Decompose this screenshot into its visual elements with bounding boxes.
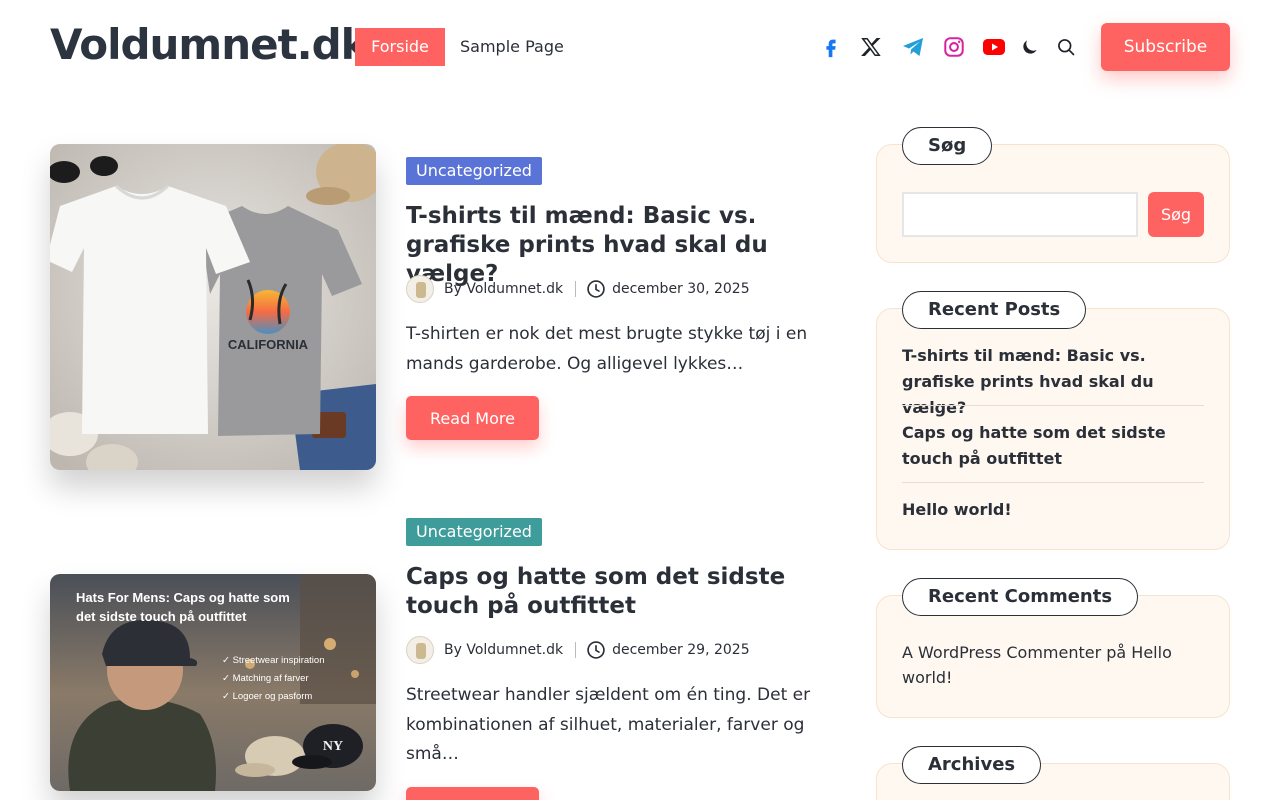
post-excerpt: Streetwear handler sjældent om én ting. … (406, 685, 811, 764)
site-title[interactable]: Voldumnet.dk (50, 20, 369, 69)
dark-mode-icon[interactable] (1017, 34, 1043, 60)
youtube-icon[interactable] (981, 34, 1007, 60)
read-more-button[interactable]: Read More (406, 787, 539, 800)
svg-text:✓ Matching af farver: ✓ Matching af farver (222, 673, 309, 684)
nav-item-forside[interactable]: Forside (355, 28, 445, 66)
post-category-badge[interactable]: Uncategorized (406, 518, 542, 546)
recent-comments-title: Recent Comments (902, 578, 1139, 616)
meta-divider (575, 642, 577, 658)
svg-text:det sidste touch på outfittet: det sidste touch på outfittet (76, 609, 247, 624)
meta-divider (575, 281, 577, 297)
author-avatar (406, 636, 434, 664)
divider (902, 405, 1204, 406)
search-widget-title: Søg (902, 127, 993, 165)
post-meta: By Voldumnet.dk december 29, 2025 (406, 635, 750, 665)
recent-posts-title: Recent Posts (902, 291, 1087, 329)
svg-text:✓ Logoer og pasform: ✓ Logoer og pasform (222, 691, 312, 702)
post-thumbnail-caps[interactable]: NY Hats For Mens: Caps og hatte som det … (50, 574, 376, 791)
svg-text:Hats For Mens: Caps og hatte s: Hats For Mens: Caps og hatte som (76, 590, 290, 605)
divider (902, 482, 1204, 483)
subscribe-button[interactable]: Subscribe (1101, 23, 1230, 71)
search-input[interactable] (902, 192, 1138, 237)
post-excerpt: T-shirten er nok det mest brugte stykke … (406, 324, 808, 374)
recent-post-link[interactable]: T-shirts til mænd: Basic vs. grafiske pr… (902, 343, 1204, 421)
instagram-icon[interactable] (941, 34, 967, 60)
post-title[interactable]: Caps og hatte som det sidste touch på ou… (406, 563, 836, 621)
svg-text:CALIFORNIA: CALIFORNIA (228, 337, 309, 352)
search-button[interactable]: Søg (1148, 192, 1204, 237)
svg-text:✓ Streetwear inspiration: ✓ Streetwear inspiration (222, 655, 324, 666)
post-date[interactable]: december 30, 2025 (612, 281, 750, 297)
recent-post-link[interactable]: Hello world! (902, 497, 1204, 523)
recent-post-link[interactable]: Caps og hatte som det sidste touch på ou… (902, 420, 1204, 472)
nav-item-sample-page[interactable]: Sample Page (460, 28, 564, 66)
post-category-badge[interactable]: Uncategorized (406, 157, 542, 185)
svg-text:NY: NY (323, 739, 343, 754)
telegram-icon[interactable] (900, 34, 926, 60)
archives-title: Archives (902, 746, 1042, 784)
author-avatar (406, 275, 434, 303)
read-more-button[interactable]: Read More (406, 396, 539, 440)
search-icon[interactable] (1053, 34, 1079, 60)
facebook-icon[interactable] (818, 34, 844, 60)
clock-icon (586, 640, 606, 660)
recent-comment-link[interactable]: A WordPress Commenter på Hello world! (902, 640, 1202, 690)
post-author[interactable]: By Voldumnet.dk (444, 281, 563, 297)
post-date[interactable]: december 29, 2025 (612, 642, 750, 658)
post-meta: By Voldumnet.dk december 30, 2025 (406, 274, 750, 304)
post-thumbnail-tshirts[interactable]: CALIFORNIA (50, 144, 376, 470)
post-author[interactable]: By Voldumnet.dk (444, 642, 563, 658)
x-icon[interactable] (858, 34, 884, 60)
clock-icon (586, 279, 606, 299)
